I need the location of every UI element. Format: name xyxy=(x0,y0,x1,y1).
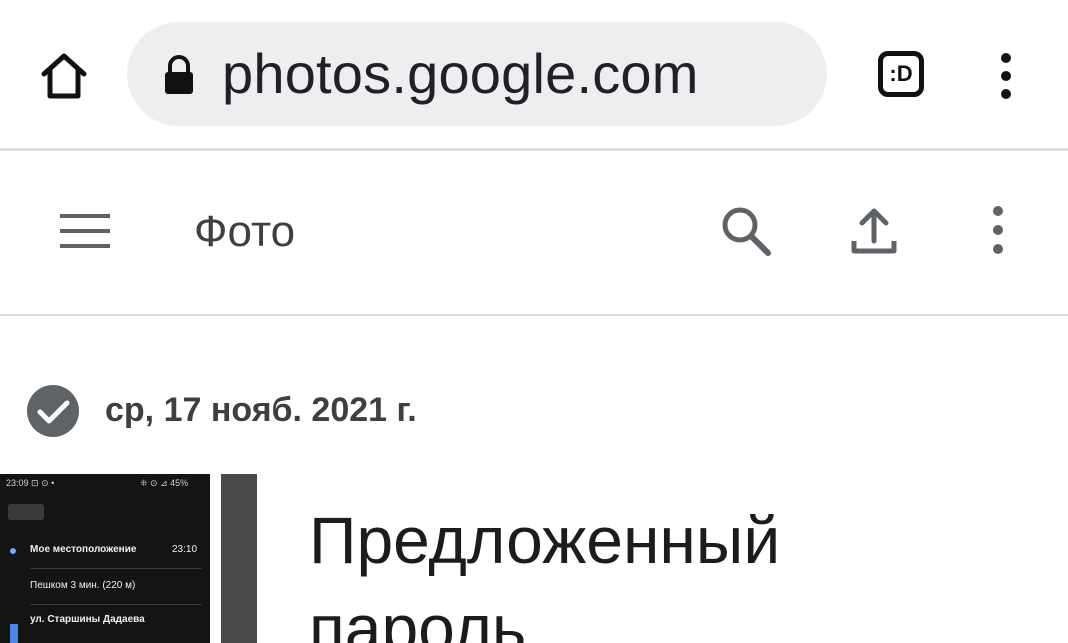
location-dot-icon xyxy=(10,548,16,554)
thumb-time: 23:10 xyxy=(172,544,198,555)
transport-chip xyxy=(8,504,44,520)
thumb-divider xyxy=(30,604,202,605)
thumb-text: Предложенный пароль xyxy=(309,496,780,643)
date-group-label: ср, 17 нояб. 2021 г. xyxy=(105,391,417,429)
more-vert-icon[interactable] xyxy=(992,52,1020,100)
thumb-row: ул. Старшины Дадаева xyxy=(30,614,145,625)
thumb-row: Пешком 3 мин. (220 м) xyxy=(30,580,136,591)
photo-thumbnail[interactable]: 23:09 ⊡ ⊙ • ⁜ ⊙ ⊿ 45% Мое местоположение… xyxy=(0,474,210,643)
check-circle-icon[interactable] xyxy=(26,384,80,438)
lock-icon[interactable] xyxy=(162,54,196,96)
tab-switcher-button[interactable]: :D xyxy=(878,51,924,97)
upload-icon[interactable] xyxy=(848,203,900,259)
more-vert-icon[interactable] xyxy=(984,204,1012,256)
toolbar-divider xyxy=(0,314,1068,316)
thumb-text-line: Предложенный xyxy=(309,503,781,577)
menu-icon[interactable] xyxy=(58,210,112,252)
url-text[interactable]: photos.google.com xyxy=(222,38,699,110)
page-title: Фото xyxy=(194,207,296,256)
thumb-edge xyxy=(221,474,257,643)
thumb-status-left: 23:09 ⊡ ⊙ • xyxy=(6,478,55,488)
thumb-divider xyxy=(30,568,202,569)
home-icon[interactable] xyxy=(34,46,94,106)
thumb-row: Мое местоположение xyxy=(30,544,137,555)
browser-divider xyxy=(0,148,1068,151)
thumb-status-right: ⁜ ⊙ ⊿ 45% xyxy=(140,478,189,488)
photo-thumbnail[interactable]: Предложенный пароль xyxy=(221,474,1068,643)
thumb-text-line: пароль xyxy=(309,591,527,643)
tab-switcher-label: :D xyxy=(889,61,913,86)
route-line xyxy=(10,624,18,643)
search-icon[interactable] xyxy=(718,203,774,259)
